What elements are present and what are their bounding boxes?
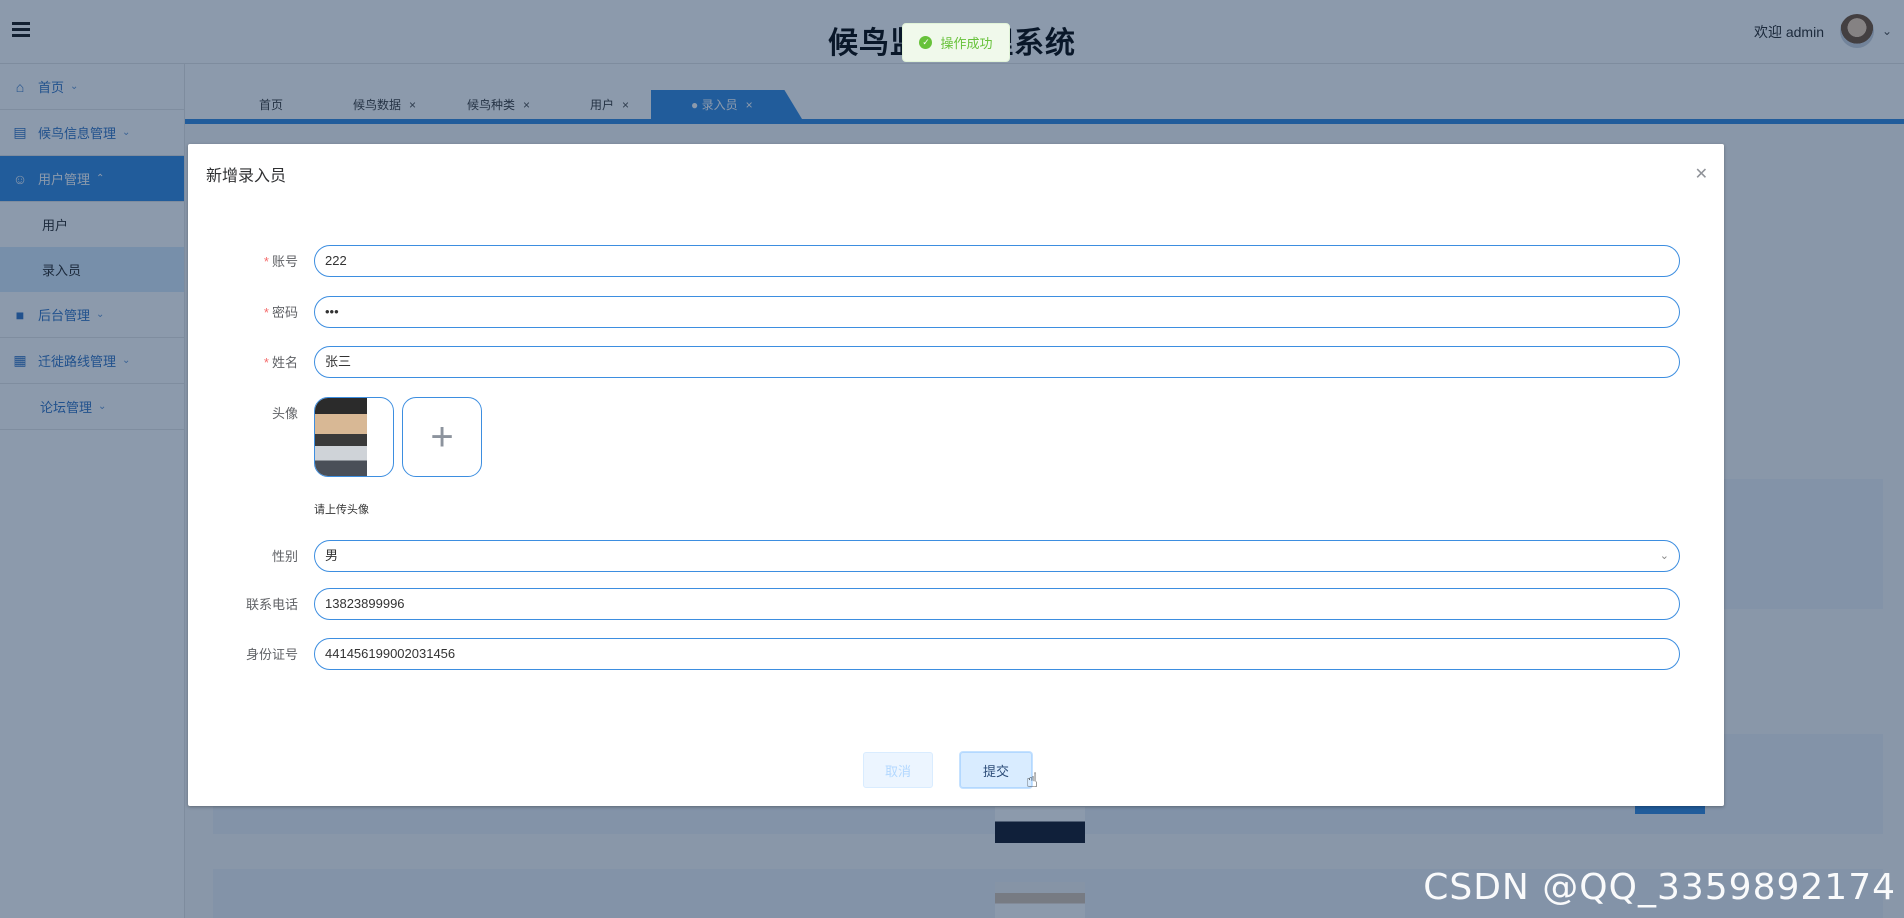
gender-select[interactable]: 男 ⌄ [314,540,1680,572]
phone-label: 联系电话 [245,597,298,612]
submit-button[interactable]: 提交 [960,752,1032,788]
avatar-photo [315,398,367,476]
success-toast: ✓ 操作成功 [902,23,1010,62]
phone-input[interactable]: 13823899996 [314,588,1680,620]
upload-plus-icon[interactable]: + [402,397,482,477]
watermark: CSDN @QQ_3359892174 [1423,867,1896,908]
password-input[interactable]: ••• [314,296,1680,328]
hand-cursor-icon: ☝ [1026,770,1039,792]
id-number-label: 身份证号 [245,647,298,662]
add-staff-dialog: 新增录入员 ✕ * 账号 222 * 密码 ••• * 姓名 张三 头像 + 请上传头… [188,144,1724,806]
close-icon[interactable]: ✕ [1695,164,1708,184]
avatar-label: 头像 [271,406,298,421]
account-label: * 账号 [263,254,298,269]
chevron-down-icon: ⌄ [1659,550,1669,562]
gender-value: 男 [325,548,339,563]
avatar-preview[interactable] [314,397,394,477]
account-input[interactable]: 222 [314,245,1680,277]
id-number-input[interactable]: 441456199002031456 [314,638,1680,670]
dialog-title: 新增录入员 [206,168,287,185]
toast-message: 操作成功 [940,36,993,51]
gender-label: 性别 [271,549,298,564]
upload-hint: 请上传头像 [314,504,369,516]
cancel-button[interactable]: 取消 [863,752,933,788]
name-label: * 姓名 [263,355,298,370]
check-circle-icon: ✓ [919,36,933,49]
name-input[interactable]: 张三 [314,346,1680,378]
password-label: * 密码 [263,305,298,320]
